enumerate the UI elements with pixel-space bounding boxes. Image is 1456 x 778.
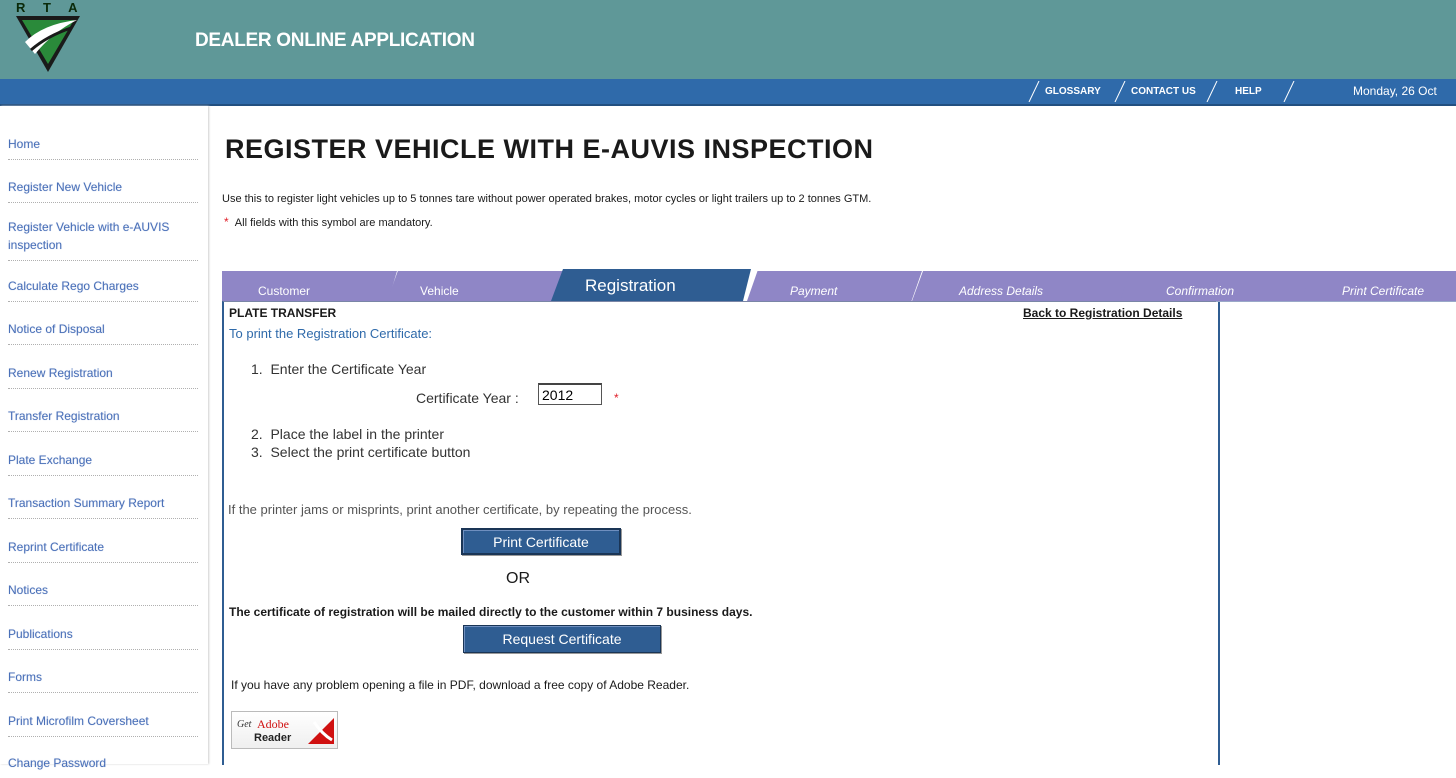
- tab-print-certificate[interactable]: Print Certificate: [1302, 271, 1456, 301]
- app-title: DEALER ONLINE APPLICATION: [195, 30, 475, 51]
- nav-separator-icon: [1028, 81, 1040, 102]
- certificate-year-input[interactable]: [538, 383, 602, 405]
- section-title: PLATE TRANSFER: [229, 306, 337, 320]
- adobe-reader-text: Reader: [254, 732, 292, 744]
- sidebar-item-transfer-registration[interactable]: Transfer Registration: [8, 407, 198, 432]
- tab-payment-label: Payment: [790, 284, 838, 298]
- tab-vehicle-label: Vehicle: [420, 284, 459, 298]
- sidebar-item-register-eauvis[interactable]: Register Vehicle with e-AUVIS inspection: [8, 218, 198, 261]
- required-star-icon: *: [614, 391, 619, 405]
- sidebar-item-notice-of-disposal[interactable]: Notice of Disposal: [8, 320, 198, 345]
- adobe-pdf-icon: [308, 718, 334, 744]
- sidebar-item-home[interactable]: Home: [8, 135, 198, 160]
- mailed-notice: The certificate of registration will be …: [229, 605, 753, 619]
- sidebar-item-plate-exchange[interactable]: Plate Exchange: [8, 451, 198, 476]
- tab-registration-label: Registration: [585, 276, 676, 295]
- nav-separator-icon: [1206, 81, 1218, 102]
- sidebar-item-print-microfilm[interactable]: Print Microfilm Coversheet: [8, 712, 198, 737]
- current-date: Monday, 26 Oct: [1353, 84, 1437, 98]
- tab-customer[interactable]: Customer: [222, 271, 397, 301]
- logo-text: R T A: [16, 0, 85, 15]
- app-header: R T A DEALER ONLINE APPLICATION: [0, 0, 1456, 79]
- pdf-help-text: If you have any problem opening a file i…: [231, 678, 690, 692]
- adobe-get-text: Get: [237, 719, 252, 730]
- sidebar-item-reprint-certificate[interactable]: Reprint Certificate: [8, 538, 198, 563]
- nav-contact-link[interactable]: CONTACT US: [1131, 79, 1196, 104]
- step-3: 3. Select the print certificate button: [251, 444, 471, 460]
- tab-confirmation[interactable]: Confirmation: [1120, 271, 1315, 301]
- sidebar-item-change-password[interactable]: Change Password: [8, 754, 198, 778]
- printer-jam-note: If the printer jams or misprints, print …: [228, 502, 692, 517]
- wizard-tabs: Customer Vehicle Registration Payment Ad…: [222, 269, 1456, 301]
- panel-divider: [1216, 301, 1456, 765]
- tab-print-certificate-label: Print Certificate: [1342, 284, 1425, 298]
- print-certificate-button[interactable]: Print Certificate: [461, 528, 621, 555]
- mandatory-note: * All fields with this symbol are mandat…: [224, 215, 433, 229]
- request-certificate-button[interactable]: Request Certificate: [463, 625, 661, 653]
- intro-text: Use this to register light vehicles up t…: [222, 193, 872, 205]
- sidebar-item-forms[interactable]: Forms: [8, 668, 198, 693]
- sidebar-item-renew-registration[interactable]: Renew Registration: [8, 364, 198, 389]
- sidebar-item-publications[interactable]: Publications: [8, 625, 198, 650]
- adobe-brand-text: Adobe: [257, 717, 289, 731]
- tab-confirmation-label: Confirmation: [1166, 284, 1235, 298]
- certificate-year-label: Certificate Year :: [416, 390, 519, 406]
- sidebar-item-transaction-summary[interactable]: Transaction Summary Report: [8, 494, 198, 519]
- tab-registration[interactable]: Registration: [551, 269, 751, 301]
- get-adobe-reader-button[interactable]: Get Adobe Reader: [231, 711, 338, 749]
- step-1: 1. Enter the Certificate Year: [251, 361, 427, 377]
- nav-separator-icon: [1114, 81, 1126, 102]
- tab-address-details-label: Address Details: [959, 284, 1044, 298]
- step-2: 2. Place the label in the printer: [251, 426, 445, 442]
- or-text: OR: [506, 570, 530, 587]
- tab-address-details[interactable]: Address Details: [912, 271, 1132, 301]
- tab-vehicle[interactable]: Vehicle: [387, 271, 567, 301]
- page-title: REGISTER VEHICLE WITH E-AUVIS INSPECTION: [225, 134, 874, 164]
- back-to-registration-link[interactable]: Back to Registration Details: [1023, 306, 1182, 320]
- sidebar-item-calculate-rego[interactable]: Calculate Rego Charges: [8, 277, 198, 302]
- nav-glossary-link[interactable]: GLOSSARY: [1045, 79, 1101, 104]
- nav-separator-icon: [1283, 81, 1295, 102]
- print-instructions-heading: To print the Registration Certificate:: [229, 326, 433, 341]
- required-star-icon: *: [224, 215, 229, 229]
- tab-customer-label: Customer: [258, 284, 311, 298]
- sidebar-item-notices[interactable]: Notices: [8, 581, 198, 606]
- top-nav-bar: GLOSSARY CONTACT US HELP Monday, 26 Oct: [0, 79, 1456, 106]
- sidebar-item-register-new-vehicle[interactable]: Register New Vehicle: [8, 178, 198, 203]
- tab-payment[interactable]: Payment: [747, 271, 922, 301]
- sidebar-nav: Home Register New Vehicle Register Vehic…: [0, 106, 208, 770]
- nav-help-link[interactable]: HELP: [1235, 79, 1262, 104]
- mandatory-note-text: All fields with this symbol are mandator…: [234, 217, 433, 229]
